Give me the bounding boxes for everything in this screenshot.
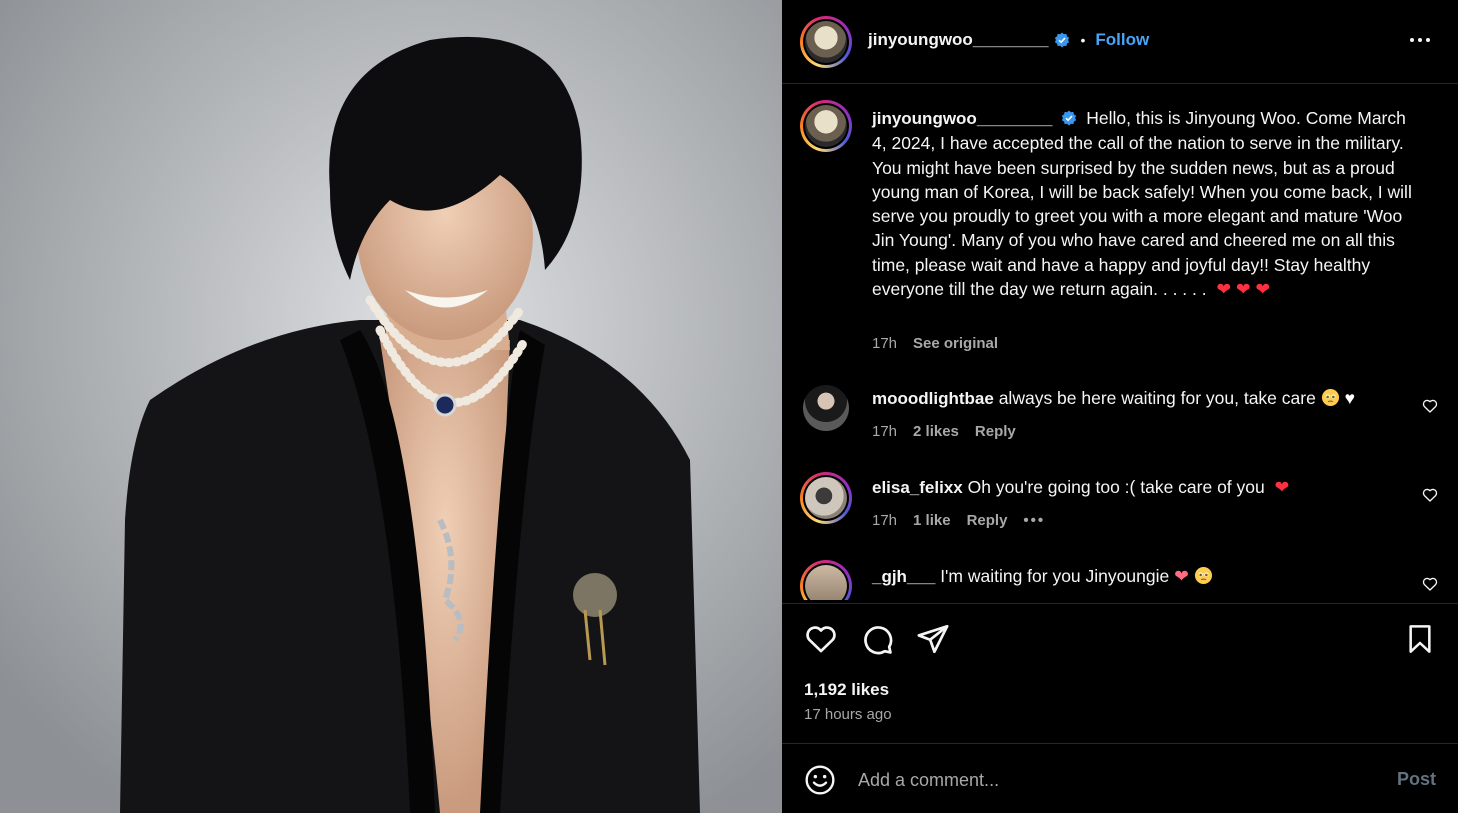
commenter-avatar[interactable] (800, 382, 852, 434)
comment-item: mooodlightbae always be here waiting for… (872, 388, 1355, 409)
heart-ribbon-icon: ❤ (1174, 566, 1189, 586)
caption-avatar[interactable] (800, 100, 852, 152)
more-icon[interactable] (1410, 38, 1430, 42)
comment-username[interactable]: mooodlightbae (872, 389, 994, 408)
likes-count[interactable]: 1,192 likes (804, 680, 889, 700)
emoji-icon[interactable] (804, 764, 836, 796)
verified-icon (1062, 110, 1077, 126)
heart-icon[interactable] (1422, 487, 1438, 503)
comment-username[interactable]: _gjh___ (872, 567, 935, 586)
caption-hearts: ❤ ❤ ❤ (1211, 279, 1271, 300)
separator-dot: • (1080, 32, 1086, 48)
comment-time: 17h (872, 423, 898, 440)
comment-meta: 17h 2 likes Reply (872, 423, 1016, 440)
author-username[interactable]: jinyoungwoo________ (868, 30, 1048, 50)
comment-meta: 17h 1 like Reply ••• (872, 512, 1045, 529)
white-heart-icon: ♥ (1344, 388, 1355, 408)
share-icon[interactable] (916, 622, 950, 656)
pleading-face-icon (1321, 388, 1339, 407)
caption-time: 17h (872, 335, 898, 352)
post-header: jinyoungwoo________ • Follow (868, 30, 1149, 50)
post-side-panel: jinyoungwoo________ • Follow jinyoungwoo… (782, 0, 1458, 813)
comment-time: 17h (872, 512, 898, 529)
comments-divider (782, 603, 1458, 604)
post-timestamp: 17 hours ago (804, 706, 892, 723)
follow-button[interactable]: Follow (1095, 30, 1149, 50)
comment-item: _gjh___ I'm waiting for you Jinyoungie ❤ (872, 566, 1213, 587)
post-photo[interactable] (0, 0, 782, 813)
composer-divider (782, 743, 1458, 744)
caption-username[interactable]: jinyoungwoo________ (872, 109, 1052, 128)
header-divider (782, 83, 1458, 84)
caption-meta: 17h See original (872, 335, 998, 352)
action-bar (804, 622, 950, 656)
comment-clip: _gjh___ I'm waiting for you Jinyoungie ❤ (782, 555, 1458, 600)
caption-text: Hello, this is Jinyoung Woo. Come March … (872, 108, 1412, 300)
post-comment-button[interactable]: Post (1397, 769, 1436, 790)
heart-icon[interactable] (804, 622, 838, 656)
comment-likes[interactable]: 1 like (913, 512, 951, 529)
comment-composer: Add a comment... (804, 764, 999, 796)
heart-icon[interactable] (1422, 398, 1438, 414)
comment-item: elisa_felixx Oh you're going too :( take… (872, 477, 1289, 498)
heart-icon[interactable] (1422, 576, 1438, 592)
red-heart-icon: ❤ (1269, 477, 1290, 497)
comment-text: Oh you're going too :( take care of you (967, 477, 1265, 497)
comment-username[interactable]: elisa_felixx (872, 478, 963, 497)
post-caption: jinyoungwoo________ Hello, this is Jinyo… (872, 106, 1417, 301)
portrait-illustration (0, 0, 782, 813)
author-avatar[interactable] (800, 16, 852, 68)
bookmark-icon[interactable] (1404, 622, 1436, 656)
comment-text: always be here waiting for you, take car… (998, 388, 1316, 408)
commenter-avatar[interactable] (800, 472, 852, 524)
comment-icon[interactable] (860, 622, 894, 656)
more-icon[interactable]: ••• (1023, 512, 1045, 529)
reply-button[interactable]: Reply (975, 423, 1016, 440)
verified-icon (1055, 32, 1070, 48)
reply-button[interactable]: Reply (967, 512, 1008, 529)
comment-input[interactable]: Add a comment... (858, 770, 999, 791)
pleading-face-icon (1194, 566, 1212, 585)
comment-text: I'm waiting for you Jinyoungie (940, 566, 1170, 586)
commenter-avatar[interactable] (800, 560, 852, 600)
see-original-link[interactable]: See original (913, 335, 998, 352)
comment-likes[interactable]: 2 likes (913, 423, 959, 440)
